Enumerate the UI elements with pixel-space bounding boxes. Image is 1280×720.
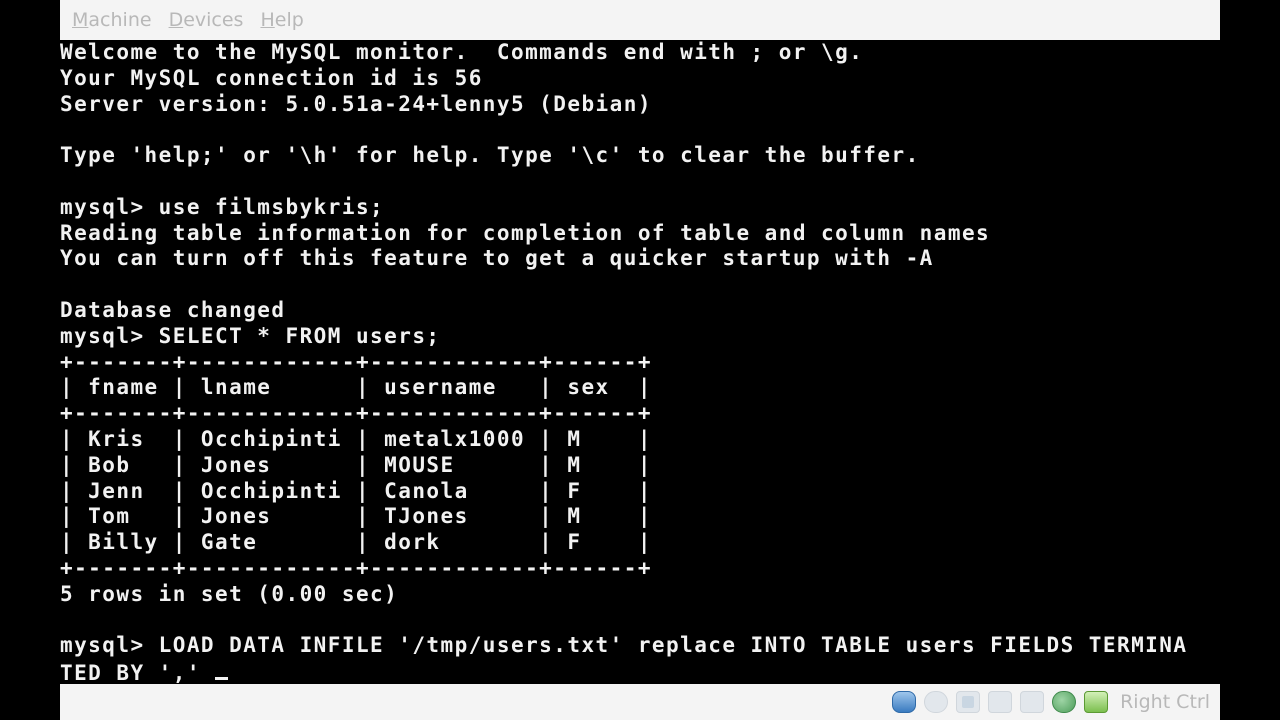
- status-icons: Right Ctrl: [892, 684, 1210, 720]
- command-input-text: TED BY ',': [60, 661, 216, 684]
- menu-devices-label: evices: [183, 9, 244, 31]
- table-row: | Kris | Occhipinti | metalx1000 | M |: [60, 426, 652, 451]
- menu-bar: Machine Devices Help: [60, 0, 1220, 40]
- table-border-line: +-------+------------+------------+-----…: [60, 349, 652, 374]
- table-row: | Jenn | Occhipinti | Canola | F |: [60, 478, 652, 503]
- menu-machine[interactable]: Machine: [72, 9, 152, 31]
- command-input-line: mysql> LOAD DATA INFILE '/tmp/users.txt'…: [60, 633, 1188, 658]
- cd-drive-icon[interactable]: [924, 691, 949, 713]
- table-border-line: +-------+------------+------------+-----…: [60, 401, 652, 426]
- network-icon[interactable]: [956, 691, 981, 713]
- menu-help[interactable]: Help: [260, 9, 303, 31]
- table-border-line: +-------+------------+------------+-----…: [60, 555, 652, 580]
- command-input-line-continued: TED BY ',': [60, 659, 1220, 684]
- menu-help-label: elp: [274, 9, 304, 31]
- usb-icon[interactable]: [988, 691, 1013, 713]
- hard-disk-icon[interactable]: [892, 691, 917, 713]
- menu-machine-mnemonic: M: [72, 9, 89, 31]
- menu-devices-mnemonic: D: [168, 9, 184, 31]
- terminal-line: Type 'help;' or '\h' for help. Type '\c'…: [60, 143, 920, 168]
- menu-machine-label: achine: [88, 9, 152, 31]
- host-key-label: Right Ctrl: [1120, 691, 1210, 713]
- table-row: | Bob | Jones | MOUSE | M |: [60, 452, 652, 477]
- shared-folder-icon[interactable]: [1020, 691, 1045, 713]
- terminal-line: mysql> use filmsbykris;: [60, 194, 385, 219]
- globe-icon[interactable]: [1052, 691, 1077, 713]
- terminal-line: Database changed: [60, 297, 286, 322]
- green-status-icon[interactable]: [1084, 691, 1109, 713]
- terminal-line: mysql> SELECT * FROM users;: [60, 323, 441, 348]
- terminal-line: Server version: 5.0.51a-24+lenny5 (Debia…: [60, 91, 652, 116]
- menu-help-mnemonic: H: [260, 9, 275, 31]
- text-cursor: [215, 659, 229, 681]
- vm-window: Machine Devices Help Welcome to the MySQ…: [60, 0, 1220, 720]
- terminal-line: 5 rows in set (0.00 sec): [60, 581, 399, 606]
- table-header-row: | fname | lname | username | sex |: [60, 375, 652, 400]
- terminal-line: Your MySQL connection id is 56: [60, 65, 483, 90]
- terminal-line: Welcome to the MySQL monitor. Commands e…: [60, 40, 864, 64]
- terminal-line: You can turn off this feature to get a q…: [60, 246, 934, 271]
- terminal-line: Reading table information for completion…: [60, 220, 991, 245]
- table-row: | Tom | Jones | TJones | M |: [60, 504, 652, 529]
- terminal-screen[interactable]: Welcome to the MySQL monitor. Commands e…: [60, 40, 1220, 684]
- status-bar: Right Ctrl: [60, 684, 1220, 720]
- table-row: | Billy | Gate | dork | F |: [60, 530, 652, 555]
- menu-devices[interactable]: Devices: [169, 9, 244, 31]
